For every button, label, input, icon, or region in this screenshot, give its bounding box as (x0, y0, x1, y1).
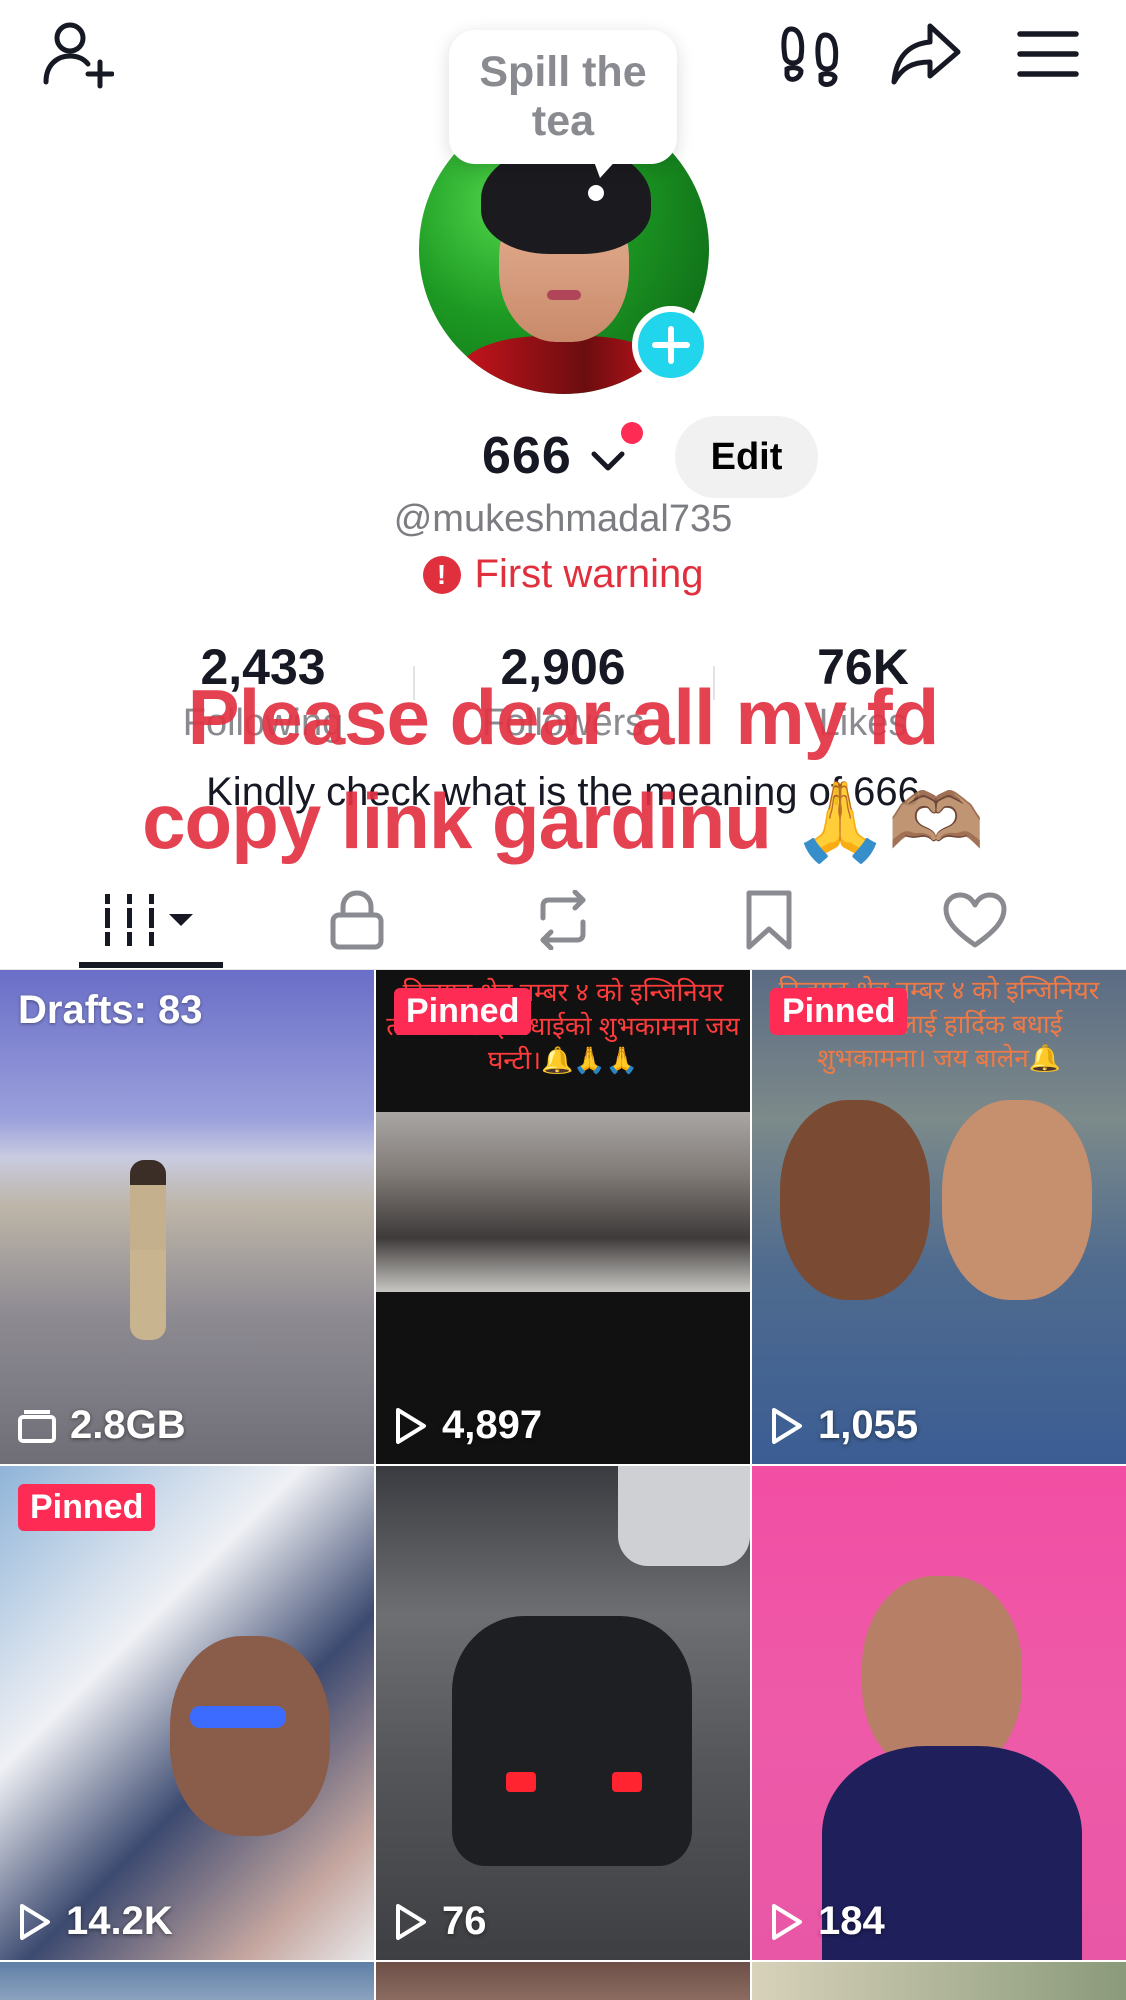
grid-icon (101, 894, 193, 946)
hamburger-menu-icon[interactable] (1008, 14, 1088, 94)
video-cell[interactable] (0, 1962, 374, 2000)
video-cell[interactable] (376, 1962, 750, 2000)
video-thumbnail (752, 1962, 1126, 2000)
notification-dot (621, 422, 643, 444)
view-count-value: 76 (442, 1899, 487, 1943)
video-thumbnail (0, 1962, 374, 2000)
video-cell[interactable]: निजगढ क्षेत्र नम्बर ४ को इन्जिनियर तपेशर… (376, 970, 750, 1464)
car-rear (452, 1616, 692, 1866)
play-icon (20, 1903, 50, 1940)
pinned-badge: Pinned (394, 988, 532, 1035)
chevron-down-icon[interactable] (590, 448, 626, 479)
video-cell[interactable]: निजगढ क्षेत्र नम्बर ४ को इन्जिनियर तपेशर… (752, 970, 1126, 1464)
view-count-value: 1,055 (818, 1403, 919, 1447)
draft-video-cell[interactable]: Drafts: 83 2.8GB (0, 970, 374, 1464)
profile-handle: @mukeshmadal735 (393, 498, 733, 540)
drafts-label: Drafts: 83 (18, 988, 203, 1032)
note-bubble-text: Spill the tea (479, 47, 647, 145)
video-cell[interactable] (752, 1962, 1126, 2000)
video-thumbnail (376, 1962, 750, 2000)
edit-profile-button[interactable]: Edit (675, 416, 818, 498)
tail-light-left (506, 1772, 536, 1792)
warning-row[interactable]: ! First warning (0, 552, 1126, 597)
add-story-plus-icon[interactable] (632, 306, 710, 384)
warning-text: First warning (474, 552, 704, 596)
display-name[interactable]: 666 (482, 426, 572, 486)
play-icon (396, 1903, 426, 1940)
pinned-badge: Pinned (18, 1484, 156, 1531)
pinned-badge: Pinned (770, 988, 908, 1035)
view-count-value: 184 (818, 1899, 885, 1943)
favorites-tab[interactable] (694, 870, 844, 970)
private-tab[interactable] (282, 870, 432, 970)
video-cell[interactable]: 76 (376, 1466, 750, 1960)
view-count: 1,055 (770, 1403, 918, 1448)
videos-grid-tab[interactable] (76, 870, 226, 970)
heart-icon (943, 892, 1007, 948)
stack-icon (18, 1409, 56, 1443)
share-arrow-icon[interactable] (886, 14, 966, 94)
note-bubble-tail (592, 156, 620, 178)
play-icon (772, 1407, 802, 1444)
content-tabs (0, 870, 1126, 970)
exclamation-icon: ! (422, 555, 461, 594)
person-face (170, 1636, 330, 1836)
reposts-tab[interactable] (488, 870, 638, 970)
active-tab-indicator (79, 962, 223, 968)
walking-person-figure (130, 1160, 166, 1340)
view-count: 184 (770, 1899, 885, 1944)
video-cell[interactable]: 184 (752, 1466, 1126, 1960)
overlay-text-line-2: copy link gardinu 🙏🫶🏽 (142, 777, 985, 865)
person-left-face (780, 1100, 930, 1300)
liked-tab[interactable] (900, 870, 1050, 970)
person-right-face (942, 1100, 1092, 1300)
drafts-size: 2.8GB (18, 1403, 186, 1448)
play-icon (772, 1903, 802, 1940)
group-photo (376, 1112, 750, 1292)
view-count: 4,897 (394, 1403, 542, 1448)
overlay-text-line-1: Please dear all my fd (187, 673, 940, 761)
name-row: 666 (0, 418, 1126, 498)
note-bubble[interactable]: Spill the tea (449, 30, 677, 164)
repost-icon (540, 890, 586, 950)
draft-thumbnail (0, 970, 374, 1464)
view-count-value: 4,897 (442, 1403, 543, 1447)
video-cell[interactable]: Pinned 14.2K (0, 1466, 374, 1960)
view-count-value: 14.2K (66, 1899, 173, 1943)
bookmark-icon (746, 890, 792, 950)
lock-icon (330, 890, 384, 950)
view-count: 76 (394, 1899, 487, 1944)
note-bubble-dot (588, 185, 604, 201)
avatar-lips (547, 290, 581, 300)
car-white (618, 1466, 750, 1566)
drafts-size-value: 2.8GB (70, 1403, 186, 1447)
sunglasses (190, 1706, 286, 1728)
person-plus-icon[interactable] (36, 14, 116, 94)
footprints-icon[interactable] (770, 14, 850, 94)
tail-light-right (612, 1772, 642, 1792)
view-count: 14.2K (18, 1899, 173, 1944)
play-icon (396, 1407, 426, 1444)
